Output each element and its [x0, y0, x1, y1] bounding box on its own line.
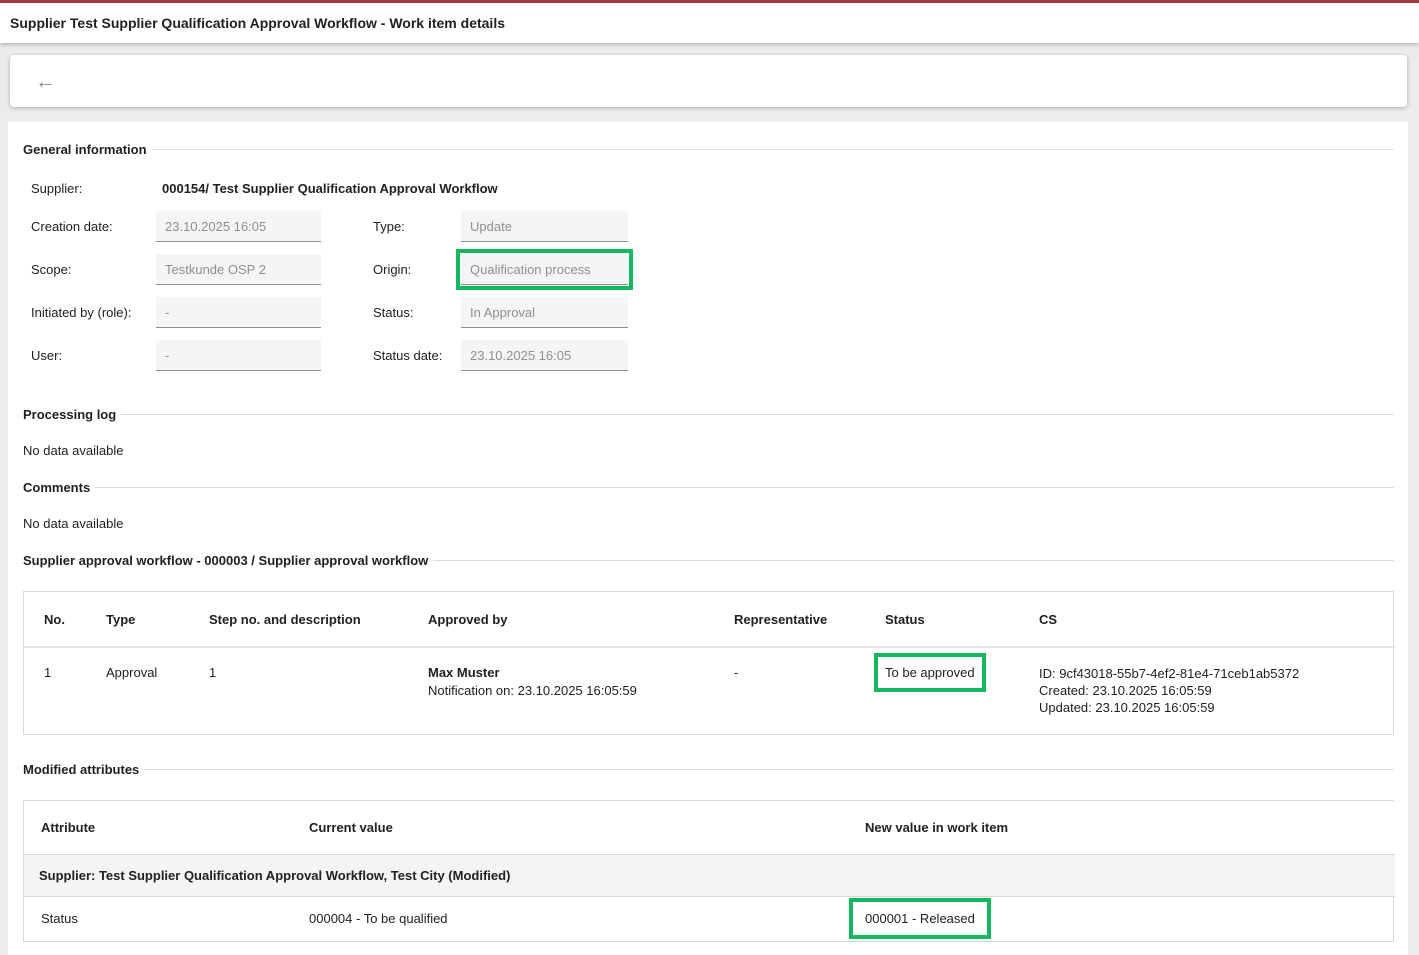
- field-label: Status:: [373, 305, 461, 320]
- cell-current-value: 000004 - To be qualified: [292, 896, 848, 941]
- section-modified-attributes: Modified attributes: [23, 762, 1394, 777]
- creation-date-field: [156, 211, 321, 242]
- table-header-row: Attribute Current value New value in wor…: [24, 801, 1395, 854]
- page-title: Supplier Test Supplier Qualification App…: [10, 15, 505, 31]
- comments-empty-text: No data available: [23, 516, 1394, 531]
- scope-field: [156, 254, 321, 285]
- cell-cs: ID: 9cf43018-55b7-4ef2-81e4-71ceb1ab5372…: [1019, 647, 1395, 734]
- group-header-text: Supplier: Test Supplier Qualification Ap…: [24, 854, 1395, 896]
- approval-workflow-table: No. Type Step no. and description Approv…: [23, 591, 1394, 735]
- field-label: Initiated by (role):: [31, 305, 156, 320]
- section-rule: [144, 769, 1394, 770]
- user-field: [156, 340, 321, 371]
- cell-attribute: Status: [24, 896, 292, 941]
- field-label: Type:: [373, 219, 461, 234]
- work-item-details-panel: General information Supplier: 000154/ Te…: [8, 122, 1408, 955]
- form-row: Scope: Origin:: [23, 254, 1394, 285]
- cell-new-value: 000001 - Released: [848, 896, 1395, 941]
- col-header-approved-by: Approved by: [408, 592, 714, 647]
- supplier-value: 000154/ Test Supplier Qualification Appr…: [162, 181, 498, 196]
- origin-field-highlighted: [461, 254, 628, 285]
- section-comments: Comments: [23, 480, 1394, 495]
- table-row: Status 000004 - To be qualified 000001 -…: [24, 896, 1395, 941]
- col-header-step: Step no. and description: [189, 592, 408, 647]
- cell-representative: -: [714, 647, 865, 734]
- supplier-label: Supplier:: [31, 181, 156, 196]
- col-header-type: Type: [86, 592, 189, 647]
- approver-name: Max Muster: [428, 665, 708, 680]
- status-badge-highlighted: To be approved: [878, 657, 982, 688]
- section-general-information: General information: [23, 142, 1394, 157]
- field-label: Creation date:: [31, 219, 156, 234]
- section-title: Processing log: [23, 407, 116, 422]
- modified-attributes-table: Attribute Current value New value in wor…: [23, 800, 1394, 942]
- form-row: Creation date: Type:: [23, 211, 1394, 242]
- cell-approved-by: Max Muster Notification on: 23.10.2025 1…: [408, 647, 714, 734]
- section-approval-workflow: Supplier approval workflow - 000003 / Su…: [23, 553, 1394, 568]
- approver-notification: Notification on: 23.10.2025 16:05:59: [428, 682, 708, 699]
- cs-created: Created: 23.10.2025 16:05:59: [1039, 682, 1389, 699]
- table-header-row: No. Type Step no. and description Approv…: [24, 592, 1395, 647]
- window-title-bar: Supplier Test Supplier Qualification App…: [0, 3, 1419, 43]
- section-title: Supplier approval workflow - 000003 / Su…: [23, 553, 428, 568]
- section-title: General information: [23, 142, 147, 157]
- field-label: Scope:: [31, 262, 156, 277]
- type-field: [461, 211, 628, 242]
- col-header-cs: CS: [1019, 592, 1395, 647]
- section-rule: [152, 149, 1394, 150]
- cell-no: 1: [24, 647, 86, 734]
- toolbar-card: ←: [10, 55, 1407, 107]
- field-label: Status date:: [373, 348, 461, 363]
- section-title: Comments: [23, 480, 90, 495]
- col-header-representative: Representative: [714, 592, 865, 647]
- section-title: Modified attributes: [23, 762, 139, 777]
- cs-updated: Updated: 23.10.2025 16:05:59: [1039, 699, 1389, 716]
- back-arrow-icon: ←: [35, 70, 56, 93]
- back-button[interactable]: ←: [31, 69, 60, 94]
- initiated-by-role-field: [156, 297, 321, 328]
- col-header-new-value: New value in work item: [848, 801, 1395, 854]
- new-value-highlighted: 000001 - Released: [853, 902, 987, 935]
- section-rule: [121, 414, 1394, 415]
- processing-log-empty-text: No data available: [23, 443, 1394, 458]
- field-label: User:: [31, 348, 156, 363]
- field-label: Origin:: [373, 262, 461, 277]
- section-processing-log: Processing log: [23, 407, 1394, 422]
- col-header-attribute: Attribute: [24, 801, 292, 854]
- col-header-current-value: Current value: [292, 801, 848, 854]
- form-row: Initiated by (role): Status:: [23, 297, 1394, 328]
- section-rule: [433, 560, 1394, 561]
- form-row: User: Status date:: [23, 340, 1394, 371]
- cs-id: ID: 9cf43018-55b7-4ef2-81e4-71ceb1ab5372: [1039, 665, 1389, 682]
- table-row: 1 Approval 1 Max Muster Notification on:…: [24, 647, 1395, 734]
- section-rule: [95, 487, 1394, 488]
- supplier-row: Supplier: 000154/ Test Supplier Qualific…: [23, 181, 1394, 196]
- cell-status: To be approved: [865, 647, 1019, 734]
- col-header-no: No.: [24, 592, 86, 647]
- cell-step: 1: [189, 647, 408, 734]
- col-header-status: Status: [865, 592, 1019, 647]
- status-date-field: [461, 340, 628, 371]
- cell-type: Approval: [86, 647, 189, 734]
- status-field: [461, 297, 628, 328]
- group-header-row: Supplier: Test Supplier Qualification Ap…: [24, 854, 1395, 896]
